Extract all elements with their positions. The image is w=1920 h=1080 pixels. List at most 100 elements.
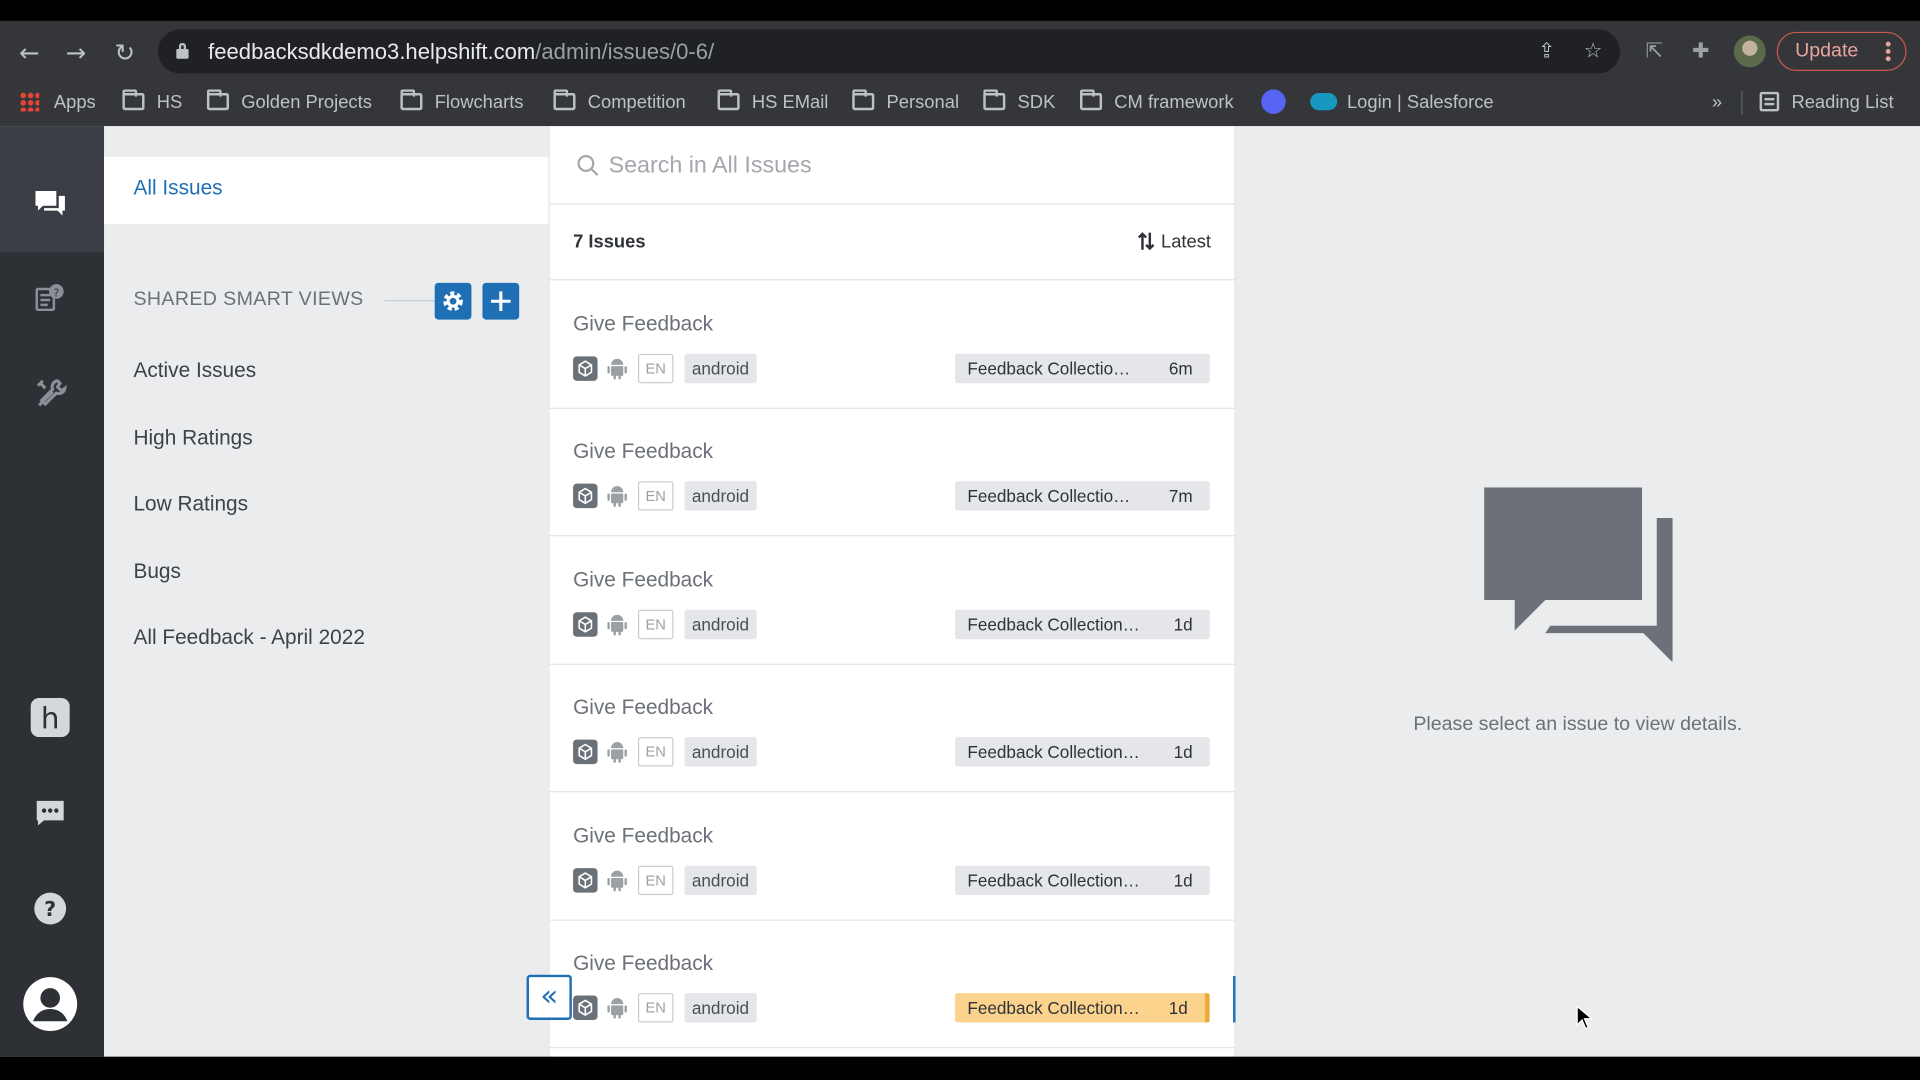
app-cube-icon <box>573 739 598 765</box>
apps-grid-icon <box>19 91 40 111</box>
status-badge: Feedback Collection… 1d <box>955 993 1210 1023</box>
app-cube-icon <box>573 995 598 1021</box>
issue-title: Give Feedback <box>573 823 714 847</box>
status-badge: Feedback Collection… 1d <box>955 737 1210 767</box>
issue-row[interactable]: Give Feedback EN android Feedback Collectio… <box>549 920 1235 1049</box>
extensions-puzzle-icon[interactable]: ✚ <box>1687 38 1714 65</box>
issue-count: 7 Issues <box>573 231 646 253</box>
language-badge: EN <box>637 993 674 1023</box>
update-button[interactable]: Update <box>1776 31 1907 72</box>
language-badge: EN <box>637 353 674 384</box>
all-issues-view[interactable]: All Issues <box>104 156 549 225</box>
android-icon <box>607 486 627 508</box>
view-all-feedback-april-2022[interactable]: All Feedback - April 2022 <box>133 626 364 650</box>
issue-age: 1d <box>1173 742 1193 762</box>
bookmark-discord[interactable] <box>1261 86 1286 120</box>
help-icon[interactable]: ? <box>29 888 71 930</box>
issues-chat-icon[interactable] <box>29 182 71 224</box>
share-icon[interactable]: ⇪ <box>1534 39 1558 63</box>
language-badge: EN <box>637 865 674 895</box>
menu-dots-icon <box>1885 41 1891 62</box>
issue-age: 1d <box>1168 997 1188 1018</box>
conversation-empty-icon <box>1484 487 1673 662</box>
status-label: Feedback Collection… <box>967 997 1140 1018</box>
bookmark-sdk[interactable]: SDK <box>983 86 1055 120</box>
list-header: 7 Issues Latest <box>549 204 1235 281</box>
app-container: ? h ? All Issues SHARED SMART VIEWS Acti… <box>0 126 1920 1057</box>
status-label: Feedback Collection… <box>967 870 1140 890</box>
android-icon <box>607 870 627 891</box>
svg-text:h: h <box>41 702 60 736</box>
platform-tag: android <box>684 353 757 384</box>
search-input[interactable] <box>608 148 1197 185</box>
mouse-cursor-icon <box>1576 1005 1594 1030</box>
issue-row[interactable]: Give Feedback EN android Feedback Collectio… <box>549 537 1235 665</box>
android-icon <box>607 358 627 380</box>
smart-views-settings-button[interactable] <box>434 282 472 320</box>
android-icon <box>607 614 627 636</box>
bookmark-personal[interactable]: Personal <box>852 86 959 120</box>
folder-icon <box>400 88 423 110</box>
bookmark-competition[interactable]: Competition <box>553 86 686 120</box>
profile-avatar[interactable] <box>1733 35 1766 68</box>
view-high-ratings[interactable]: High Ratings <box>133 426 252 450</box>
status-badge: Feedback Collection… 1d <box>955 609 1210 639</box>
reading-list-icon <box>1759 91 1780 111</box>
browser-chrome: ← → ↻ feedbacksdkdemo3.helpshift.com/adm… <box>0 20 1920 127</box>
bookmark-apps[interactable]: Apps <box>19 86 96 120</box>
settings-tools-icon[interactable] <box>29 373 71 415</box>
android-icon <box>607 742 627 764</box>
view-active-issues[interactable]: Active Issues <box>133 359 256 383</box>
issue-row[interactable]: Give Feedback EN android Feedback Collectio… <box>549 792 1235 921</box>
faq-icon[interactable]: ? <box>29 278 71 320</box>
status-badge: Feedback Collectio… 6m <box>955 353 1210 384</box>
sort-icon <box>1138 232 1155 251</box>
bookmark-golden-projects[interactable]: Golden Projects <box>206 86 372 120</box>
status-label: Feedback Collection… <box>967 614 1140 635</box>
search-icon <box>577 155 599 176</box>
svg-text:?: ? <box>53 286 59 299</box>
bookmark-flowcharts[interactable]: Flowcharts <box>400 86 524 120</box>
gear-icon <box>443 291 463 312</box>
platform-tag: android <box>684 865 757 895</box>
issue-age: 7m <box>1168 486 1193 507</box>
bookmark-hs-email[interactable]: HS EMail <box>717 86 828 120</box>
status-label: Feedback Collectio… <box>967 486 1131 507</box>
issue-title: Give Feedback <box>573 440 714 464</box>
reload-icon[interactable]: ↻ <box>110 38 139 67</box>
issue-title: Give Feedback <box>573 312 714 336</box>
app-cube-icon <box>573 356 598 381</box>
forward-icon[interactable]: → <box>61 38 90 67</box>
add-smart-view-button[interactable] <box>482 282 520 320</box>
chat-bubble-icon[interactable] <box>29 792 71 834</box>
bookmark-hs[interactable]: HS <box>122 86 182 120</box>
language-badge: EN <box>637 737 674 767</box>
view-low-ratings[interactable]: Low Ratings <box>133 492 248 516</box>
status-label: Feedback Collection… <box>967 742 1140 762</box>
back-icon[interactable]: ← <box>15 38 44 67</box>
bookmarks-overflow[interactable]: » <box>1712 86 1722 120</box>
folder-icon <box>553 88 576 110</box>
address-bar[interactable]: feedbacksdkdemo3.helpshift.com/admin/iss… <box>157 29 1621 74</box>
shared-smart-views-heading: SHARED SMART VIEWS <box>133 288 364 310</box>
language-badge: EN <box>637 481 674 512</box>
issue-age: 1d <box>1173 614 1193 635</box>
issue-row[interactable]: Give Feedback EN android Feedback Collectio… <box>549 281 1235 409</box>
extension-cast-icon[interactable]: ⇱ <box>1641 38 1668 65</box>
helpshift-logo-icon[interactable]: h <box>29 697 71 739</box>
reading-list[interactable]: Reading List <box>1759 86 1894 120</box>
bookmark-star-icon[interactable]: ☆ <box>1581 39 1605 63</box>
issue-row[interactable]: Give Feedback EN android Feedback Collectio… <box>549 409 1235 537</box>
view-bugs[interactable]: Bugs <box>133 560 180 584</box>
user-avatar-icon[interactable] <box>22 976 78 1032</box>
double-chevron-left-icon: « <box>540 978 559 1013</box>
folder-icon <box>206 88 229 110</box>
platform-tag: android <box>684 737 757 767</box>
collapse-panel-button[interactable]: « <box>526 974 572 1021</box>
lock-icon <box>176 42 189 59</box>
issue-age: 6m <box>1168 358 1193 379</box>
sort-toggle[interactable]: Latest <box>1138 231 1211 252</box>
issue-row[interactable]: Give Feedback EN android Feedback Collectio… <box>549 665 1235 793</box>
bookmark-salesforce[interactable]: Login | Salesforce <box>1310 86 1494 120</box>
bookmark-cm-framework[interactable]: CM framework <box>1080 86 1234 120</box>
